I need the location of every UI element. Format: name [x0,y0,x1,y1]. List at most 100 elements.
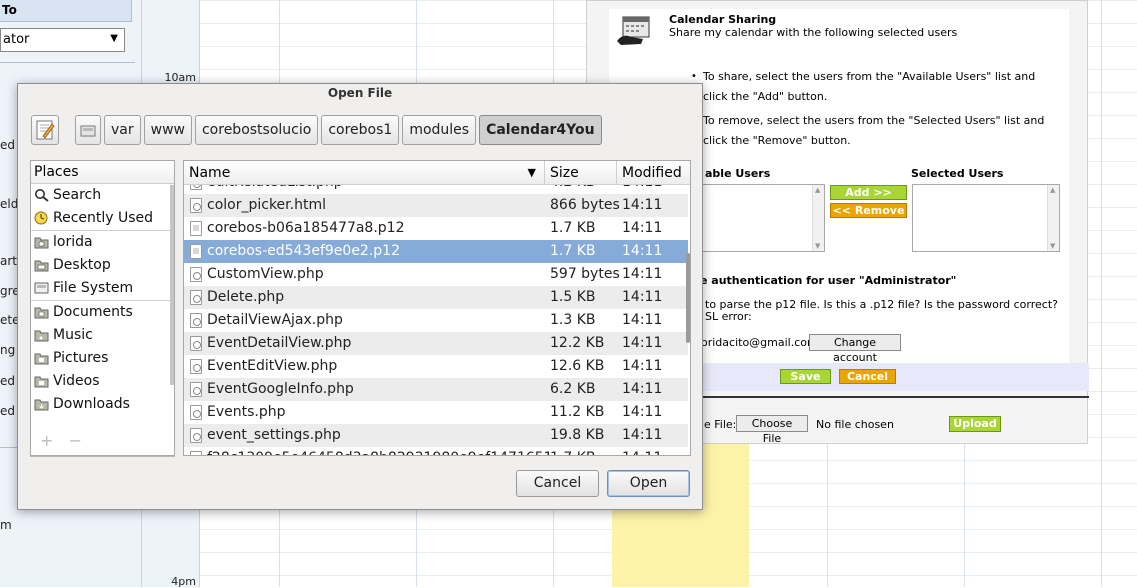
file-name: CustomView.php [207,266,324,282]
change-account-button[interactable]: Change account [809,334,901,364]
save-button[interactable]: Save [780,369,831,384]
file-name: Events.php [207,404,286,420]
file-row[interactable]: EventGoogleInfo.php 6.2 KB 14:11 [184,378,688,401]
upload-button[interactable]: Upload [949,416,1001,432]
file-name: EventEditView.php [207,358,338,374]
file-size: 1.7 KB [550,447,596,455]
open-button[interactable]: Open [607,470,690,497]
sidebar-text: ed [0,404,15,418]
php-file-icon [190,336,202,351]
path-segment[interactable]: corebos1 [321,115,400,145]
file-row[interactable]: CustomView.php 597 bytes 14:11 [184,263,688,286]
path-segment[interactable]: modules [402,115,477,145]
place-videos[interactable]: Videos [31,370,174,393]
file-modified: 14:11 [622,427,663,443]
selected-users-label: Selected Users [911,167,1004,180]
place-label: File System [53,280,134,296]
choose-file-button[interactable]: Choose File [736,415,808,445]
file-size: 12.2 KB [550,335,605,351]
folder-icon [34,307,49,319]
search-icon [35,189,49,202]
folder-icon [34,353,49,365]
place-label: Desktop [53,257,111,273]
file-modified: 14:11 [622,312,663,328]
list-scrollbar[interactable] [812,185,824,251]
add-users-button[interactable]: Add >> [830,185,907,200]
add-bookmark-icon[interactable]: + [40,431,53,450]
file-modified: 14:11 [622,185,662,194]
hour-label: 4pm [171,575,196,588]
place-downloads[interactable]: Downloads [31,393,174,416]
place-documents[interactable]: Documents [31,301,174,324]
place-label: lorida [53,234,93,250]
place-recently-used[interactable]: Recently Used [31,207,174,230]
path-segment[interactable]: www [143,115,192,145]
place-label: Videos [53,373,100,389]
desktop-folder-icon [34,260,49,272]
type-location-button[interactable] [31,115,59,145]
file-name: EventDetailView.php [207,335,352,351]
file-list-scrollbar[interactable] [686,253,690,343]
file-row-selected[interactable]: corebos-ed543ef9e0e2.p12 1.7 KB 14:11 [184,240,688,263]
file-row[interactable]: EventDetailView.php 12.2 KB 14:11 [184,332,688,355]
places-toolbar: + − [40,431,82,450]
php-file-icon [190,267,202,282]
column-header-size[interactable]: Size [545,161,617,185]
place-pictures[interactable]: Pictures [31,347,174,370]
sidebar-text: m [0,518,12,532]
place-desktop[interactable]: Desktop [31,254,174,277]
file-row[interactable]: EventEditView.php 12.6 KB 14:11 [184,355,688,378]
column-header-name[interactable]: Name ▼ [184,161,545,185]
places-header: Places [31,161,174,184]
folder-icon [34,399,49,411]
file-row[interactable]: corebos-b06a185477a8.p12 1.7 KB 14:11 [184,217,688,240]
column-header-modified[interactable]: Modified [617,161,688,185]
file-size: 866 bytes [550,197,620,213]
file-modified: 14:11 [622,220,663,236]
folder-icon [34,330,49,342]
role-select-value: ator [3,32,30,47]
place-search[interactable]: Search [31,184,174,207]
drive-icon [80,125,96,137]
dialog-title: Open File [327,86,393,100]
cancel-button[interactable]: Cancel [516,470,599,497]
file-modified: 14:11 [622,197,663,213]
file-row[interactable]: Events.php 11.2 KB 14:11 [184,401,688,424]
auth-title: e authentication for user "Administrator… [700,274,957,287]
remove-users-button[interactable]: << Remove [830,203,907,218]
remove-bookmark-icon[interactable]: − [69,431,82,450]
php-file-icon [190,185,202,190]
file-row[interactable]: Delete.php 1.5 KB 14:11 [184,286,688,309]
file-row[interactable]: editRelatedList.php 4.2 KB 14:11 [184,185,688,194]
document-file-icon [190,451,202,455]
path-segment-current[interactable]: Calendar4You [479,115,602,145]
instruction-remove: To remove, select the users from the "Se… [691,111,1059,151]
path-root-button[interactable] [75,115,101,145]
file-list: Name ▼ Size Modified editRelatedList.php… [183,160,691,456]
selected-users-list[interactable] [912,184,1060,252]
place-label: Pictures [53,350,109,366]
sort-chevron-icon: ▼ [527,166,536,179]
file-name: DetailViewAjax.php [207,312,343,328]
file-row[interactable]: f28c1309e5e46458d3a8b82931980e9ef1471651… [184,447,688,455]
file-row[interactable]: color_picker.html 866 bytes 14:11 [184,194,688,217]
place-file-system[interactable]: File System [31,277,174,300]
file-modified: 14:11 [622,289,663,305]
sidebar-text: ed [0,138,15,152]
path-bar: var www corebostsolucio corebos1 modules… [75,115,602,145]
file-size: 11.2 KB [550,404,605,420]
php-file-icon [190,290,202,305]
path-segment[interactable]: corebostsolucio [194,115,319,145]
php-file-icon [190,382,202,397]
file-name: Delete.php [207,289,285,305]
file-row[interactable]: event_settings.php 19.8 KB 14:11 [184,424,688,447]
place-music[interactable]: Music [31,324,174,347]
path-segment[interactable]: var [104,115,141,145]
file-name: f28c1309e5e46458d3a8b82931980e9ef1471651 [207,447,553,455]
place-home[interactable]: lorida [31,231,174,254]
list-scrollbar[interactable] [1047,185,1059,251]
places-scrollbar[interactable] [170,185,174,385]
file-row[interactable]: DetailViewAjax.php 1.3 KB 14:11 [184,309,688,332]
cancel-button[interactable]: Cancel [839,369,896,384]
role-select[interactable]: ator ▼ [0,28,125,52]
